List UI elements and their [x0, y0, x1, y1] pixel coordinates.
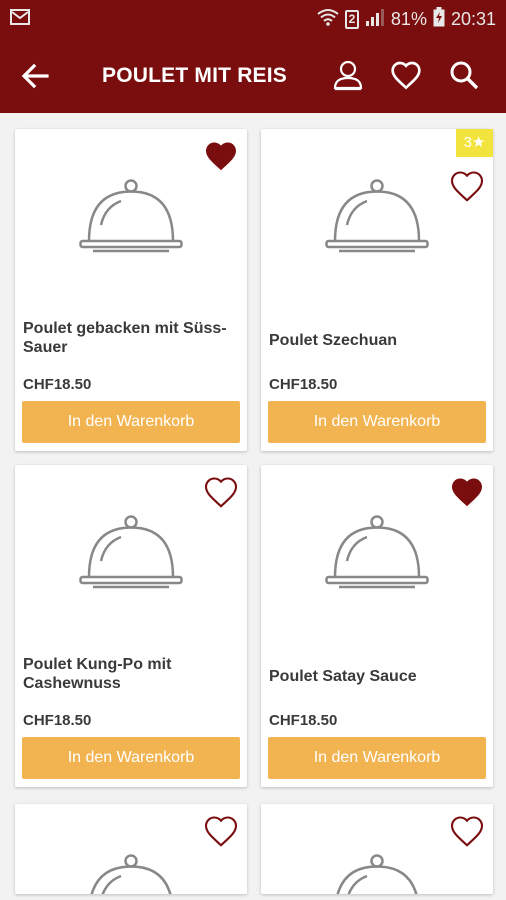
- product-price: CHF18.50: [23, 376, 92, 393]
- product-card[interactable]: Poulet Kung-Po mit Cashewnuss CHF18.50 I…: [15, 465, 247, 787]
- back-button[interactable]: [18, 59, 52, 93]
- favorite-toggle[interactable]: [449, 475, 485, 509]
- battery-level: 81%: [390, 8, 427, 29]
- heart-outline-icon: [391, 61, 421, 90]
- product-price: CHF18.50: [269, 376, 338, 393]
- product-name: Poulet gebacken mit Süss-Sauer: [23, 320, 227, 356]
- product-name: Poulet Szechuan: [269, 332, 398, 349]
- favorite-toggle[interactable]: [203, 139, 239, 173]
- heart-filled-icon: [452, 478, 482, 507]
- rating-badge: 3★: [456, 129, 493, 157]
- signal-icon: [365, 8, 385, 31]
- add-to-cart-button[interactable]: In den Warenkorb: [22, 737, 240, 779]
- user-icon: [333, 60, 363, 91]
- app-bar: POULET MIT REIS: [0, 37, 506, 113]
- add-to-cart-button[interactable]: In den Warenkorb: [22, 401, 240, 443]
- heart-outline-icon: [204, 477, 238, 508]
- product-price: CHF18.50: [269, 712, 338, 729]
- clock: 20:31: [450, 8, 496, 29]
- heart-filled-icon: [206, 142, 236, 171]
- search-icon: [450, 61, 479, 90]
- product-card[interactable]: 3★ Poulet Szechuan CHF18.50 In den Waren…: [261, 129, 493, 451]
- food-cloche-icon: [79, 179, 183, 253]
- battery-charging-icon: [433, 6, 445, 32]
- product-card[interactable]: Poulet Satay Sauce CHF18.50 In den Waren…: [261, 465, 493, 787]
- product-card[interactable]: [261, 804, 493, 894]
- mail-notification-icon: [10, 9, 30, 30]
- search-button[interactable]: [446, 57, 482, 93]
- food-cloche-icon: [90, 854, 172, 894]
- product-name: Poulet Kung-Po mit Cashewnuss: [23, 656, 172, 692]
- favorite-toggle[interactable]: [449, 814, 485, 848]
- favorite-toggle[interactable]: [449, 169, 485, 203]
- food-cloche-icon: [325, 515, 429, 589]
- product-grid: Poulet gebacken mit Süss-Sauer CHF18.50 …: [0, 113, 506, 900]
- account-button[interactable]: [330, 57, 366, 93]
- add-to-cart-button[interactable]: In den Warenkorb: [268, 737, 486, 779]
- favorite-toggle[interactable]: [203, 814, 239, 848]
- sim-icon: 2: [344, 9, 359, 29]
- product-card[interactable]: [15, 804, 247, 894]
- product-name: Poulet Satay Sauce: [269, 668, 417, 685]
- page-title: POULET MIT REIS: [102, 64, 288, 87]
- arrow-left-icon: [21, 63, 49, 89]
- heart-outline-icon: [450, 816, 484, 847]
- food-cloche-icon: [79, 515, 183, 589]
- wifi-icon: [317, 8, 339, 31]
- food-cloche-icon: [325, 179, 429, 253]
- heart-outline-icon: [204, 816, 238, 847]
- product-card[interactable]: Poulet gebacken mit Süss-Sauer CHF18.50 …: [15, 129, 247, 451]
- heart-outline-icon: [450, 171, 484, 202]
- product-price: CHF18.50: [23, 712, 92, 729]
- add-to-cart-button[interactable]: In den Warenkorb: [268, 401, 486, 443]
- favorites-button[interactable]: [388, 57, 424, 93]
- status-bar: 2 81% 20:31: [0, 0, 506, 37]
- food-cloche-icon: [336, 854, 418, 894]
- favorite-toggle[interactable]: [203, 475, 239, 509]
